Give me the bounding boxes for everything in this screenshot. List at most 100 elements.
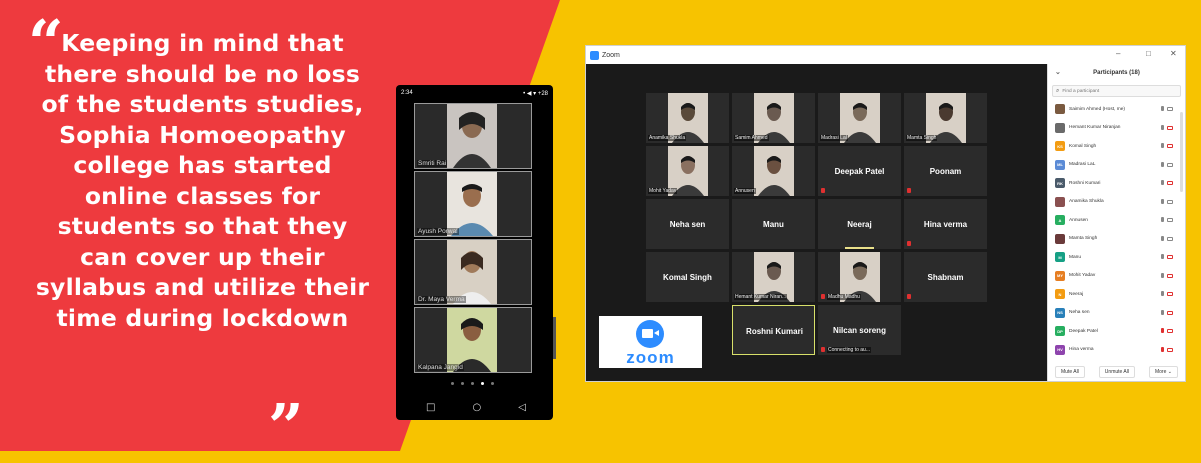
participant-status-icons <box>1161 124 1173 130</box>
participant-list-item[interactable]: HV Hina verma <box>1048 341 1185 360</box>
video-camera-icon <box>1167 347 1173 352</box>
close-icon[interactable]: ✕ <box>1170 49 1177 59</box>
participant-tile[interactable]: Hina verma <box>904 199 987 249</box>
participants-title: Participants (18) <box>1093 70 1140 76</box>
zoom-logo-badge: zoom <box>599 316 702 368</box>
phone-tile-name: Kalpana Jangid <box>417 364 464 371</box>
participant-label: Mamta Singh <box>906 135 938 141</box>
participant-status-icons <box>1161 106 1173 111</box>
microphone-icon <box>1161 180 1164 185</box>
avatar: DP <box>1055 326 1065 337</box>
phone-status-icons: • ◀ ▾ +28 <box>523 90 548 97</box>
participant-list-name: Madrasi LaL <box>1069 162 1096 168</box>
participant-tile[interactable]: Mohit Yadav <box>646 146 729 196</box>
participant-tile[interactable]: Shabnam <box>904 252 987 302</box>
participant-list-item[interactable]: A Annusen <box>1048 211 1185 230</box>
video-grid-row: Anamika Shukla Samim Ahmed Madrasi Lal Mamt… <box>646 93 987 143</box>
home-circle-icon[interactable]: ○ <box>473 403 482 413</box>
participant-tile[interactable]: Deepak Patel <box>818 146 901 196</box>
participant-list-item[interactable]: MY Mohit Yadav <box>1048 267 1185 286</box>
participant-tile[interactable]: Neeraj <box>818 199 901 249</box>
participant-name: Deepak Patel <box>834 166 885 176</box>
participant-tile[interactable]: Manu <box>732 199 815 249</box>
participants-panel: ⌄ Participants (18) ⌕ Find a participant… <box>1047 64 1185 381</box>
mic-muted-icon <box>821 188 825 193</box>
unmute-all-button[interactable]: Unmute All <box>1098 366 1135 378</box>
participant-list-name: Neha sen <box>1069 310 1090 316</box>
participant-tile[interactable]: Madhu Madhu <box>818 252 901 302</box>
participant-tile[interactable]: Nilcan soreng Connecting to au... <box>818 305 901 355</box>
participant-label: Madrasi Lal <box>820 135 848 141</box>
video-camera-icon <box>1167 236 1173 241</box>
avatar: NS <box>1055 307 1065 318</box>
participant-name: Poonam <box>929 166 962 176</box>
participant-list-name: Neeraj <box>1069 291 1084 297</box>
avatar: RK <box>1055 178 1065 189</box>
participant-list-name: Roshni Kumari <box>1069 180 1101 186</box>
participant-search-input[interactable]: ⌕ Find a participant <box>1052 85 1181 97</box>
microphone-icon <box>1161 217 1164 222</box>
mute-all-button[interactable]: Mute All <box>1055 366 1085 378</box>
video-camera-icon <box>1167 144 1173 148</box>
participant-tile[interactable]: Mamta Singh <box>904 93 987 143</box>
participant-list-item[interactable]: Mamta Singh <box>1048 230 1185 249</box>
participant-list-item[interactable]: Saimim Ahmed (Host, me) <box>1048 100 1185 119</box>
minimize-icon[interactable]: – <box>1116 49 1120 59</box>
participant-status-icons <box>1161 217 1173 222</box>
participant-tile[interactable]: Neha sen <box>646 199 729 249</box>
video-grid-row: Komal Singh Hemant Kumar Niran... Madhu Ma… <box>646 252 987 302</box>
chevron-down-icon[interactable]: ⌄ <box>1055 68 1061 76</box>
participant-list-item[interactable]: KS Komal Singh <box>1048 137 1185 156</box>
video-grid-row: Neha sen Manu Neeraj Hina verma <box>646 199 987 249</box>
participant-label: Mohit Yadav <box>648 188 678 194</box>
participant-name: Hina verma <box>923 219 968 229</box>
participant-list-item[interactable]: N Neeraj <box>1048 285 1185 304</box>
participant-list-item[interactable]: ML Madrasi LaL <box>1048 156 1185 175</box>
participant-tile[interactable]: Anamika Shukla <box>646 93 729 143</box>
participant-list-name: Saimim Ahmed (Host, me) <box>1069 106 1125 112</box>
phone-side-button <box>553 317 556 359</box>
participant-tile[interactable]: Annusen <box>732 146 815 196</box>
avatar <box>1055 104 1065 115</box>
participant-list-item[interactable]: RK Roshni Kumari <box>1048 174 1185 193</box>
maximize-icon[interactable]: □ <box>1146 49 1151 59</box>
phone-video-tile[interactable]: Ayush Porwal <box>414 171 532 237</box>
participant-label: Samim Ahmed <box>734 135 769 141</box>
participant-list-item[interactable]: Hemant Kumar Niranjan <box>1048 119 1185 138</box>
phone-video-tile[interactable]: Kalpana Jangid <box>414 307 532 373</box>
phone-video-tile[interactable]: Smriti Rai <box>414 103 532 169</box>
participant-status-icons <box>1161 291 1173 296</box>
participant-video <box>447 308 497 372</box>
video-camera-icon <box>1167 273 1173 278</box>
more-button[interactable]: More ⌄ <box>1148 366 1178 378</box>
page-indicator <box>451 382 494 385</box>
back-triangle-icon[interactable]: ◁ <box>518 403 526 413</box>
participant-video <box>447 240 497 304</box>
participant-name: Roshni Kumari <box>746 326 803 336</box>
home-square-icon[interactable]: □ <box>426 403 435 413</box>
participant-tile[interactable]: Samim Ahmed <box>732 93 815 143</box>
participant-label: Connecting to au... <box>827 347 871 353</box>
microphone-icon <box>1161 235 1164 241</box>
video-grid-row: Mohit Yadav Annusen Deepak Patel Poonam <box>646 146 987 196</box>
participant-list-item[interactable]: NS Neha sen <box>1048 304 1185 323</box>
participant-tile[interactable]: Hemant Kumar Niran... <box>732 252 815 302</box>
participant-list-name: Anamika Shukla <box>1069 199 1104 205</box>
zoom-window: Zoom – □ ✕ Anamika Shukla Samim Ahmed Madr… <box>585 45 1186 382</box>
microphone-icon <box>1161 346 1164 352</box>
participant-name: Shabnam <box>927 272 964 282</box>
participant-tile[interactable]: Roshni Kumari <box>732 305 815 355</box>
participant-list-name: Manu <box>1069 254 1081 260</box>
phone-time: 2:34 <box>401 90 413 96</box>
participant-list-item[interactable]: Anamika Shukla <box>1048 193 1185 212</box>
participant-list-item[interactable]: M Manu <box>1048 248 1185 267</box>
participant-tile[interactable]: Komal Singh <box>646 252 729 302</box>
participant-list-item[interactable]: DP Deepak Patel <box>1048 322 1185 341</box>
participant-tile[interactable]: Poonam <box>904 146 987 196</box>
participant-label: Madhu Madhu <box>827 294 861 300</box>
participant-list-name: Annusen <box>1069 217 1088 223</box>
participant-tile[interactable]: Madrasi Lal <box>818 93 901 143</box>
scrollbar[interactable] <box>1180 112 1183 192</box>
participant-name: Manu <box>763 219 784 229</box>
phone-video-tile[interactable]: Dr. Maya Verma <box>414 239 532 305</box>
